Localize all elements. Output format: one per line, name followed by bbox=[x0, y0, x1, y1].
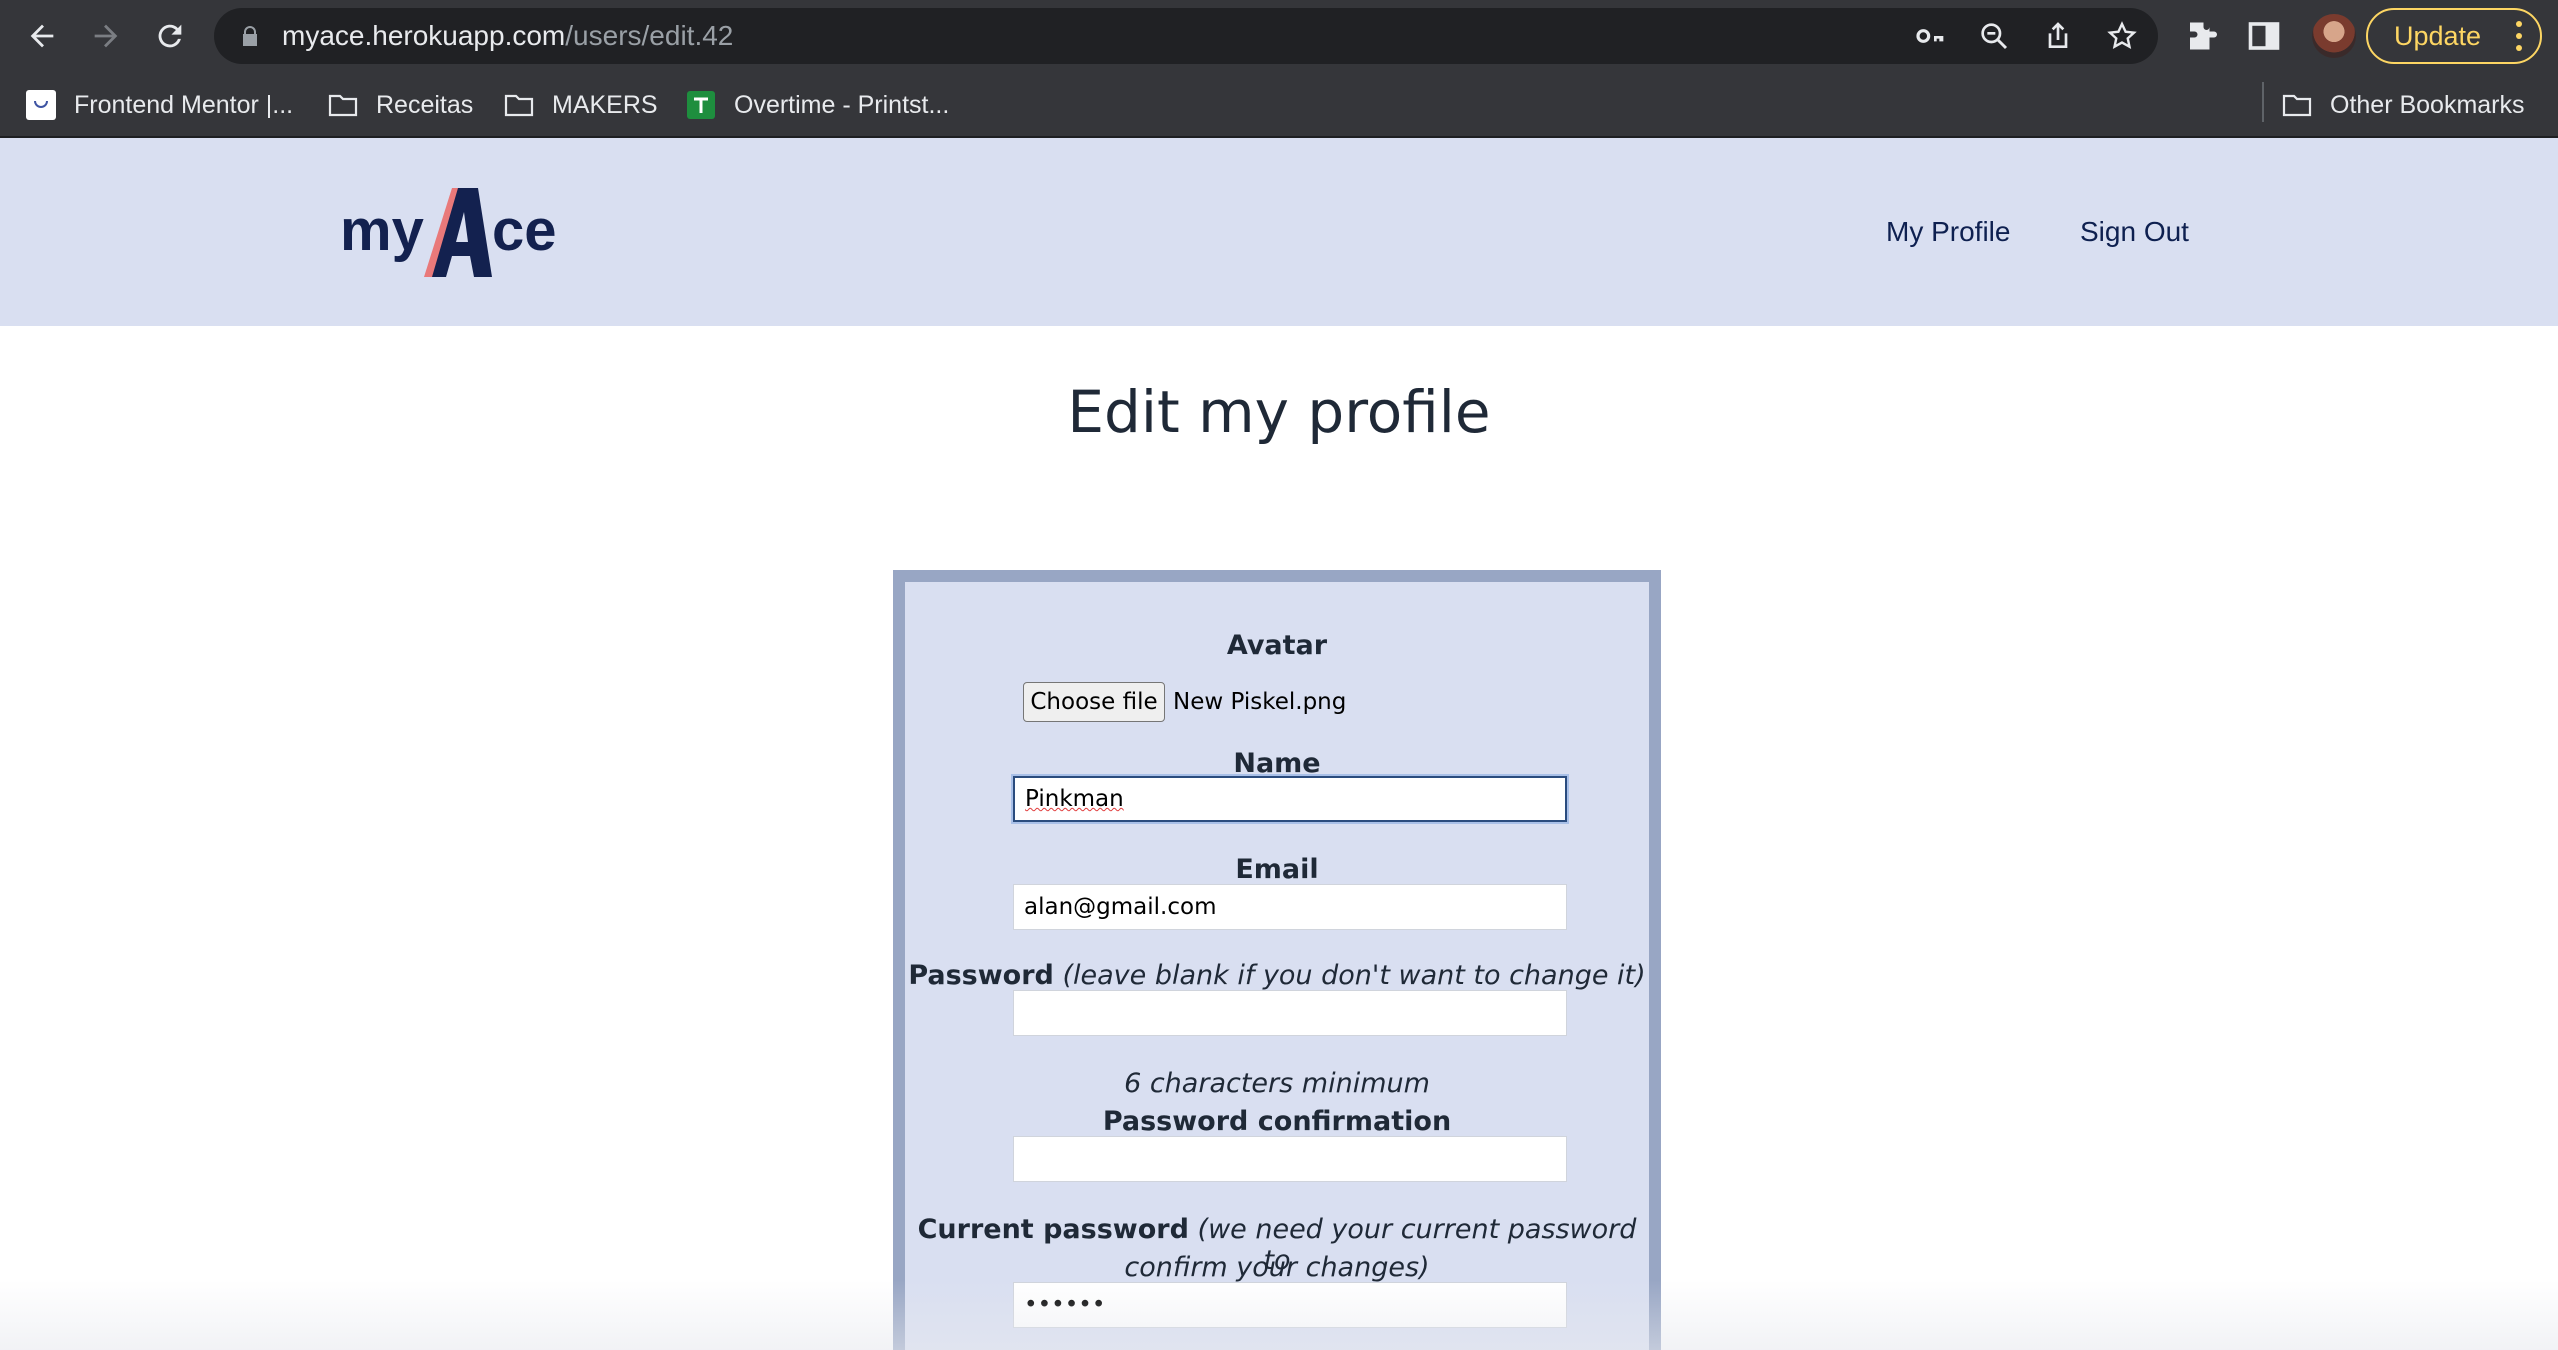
svg-text:ce: ce bbox=[492, 198, 557, 263]
nav-sign-out[interactable]: Sign Out bbox=[2080, 138, 2189, 326]
password-confirmation-label: Password confirmation bbox=[1102, 1106, 1452, 1137]
zoom-icon[interactable] bbox=[1978, 20, 2010, 52]
email-field[interactable]: alan@gmail.com bbox=[1013, 884, 1567, 930]
name-label: Name bbox=[1233, 748, 1321, 779]
frontend-mentor-icon bbox=[26, 90, 56, 120]
reload-icon bbox=[158, 24, 182, 48]
update-label: Update bbox=[2394, 21, 2482, 51]
name-field[interactable]: Pinkman bbox=[1011, 774, 1569, 824]
current-password-field[interactable]: •••••• bbox=[1013, 1282, 1567, 1328]
nav-my-profile[interactable]: My Profile bbox=[1886, 138, 2010, 326]
side-panel-icon[interactable] bbox=[2246, 18, 2282, 54]
bookmark-receitas[interactable]: Receitas bbox=[328, 72, 488, 138]
bookmark-frontend-mentor[interactable]: Frontend Mentor |... bbox=[26, 72, 306, 138]
arrow-right-icon bbox=[94, 24, 118, 48]
profile-avatar-icon[interactable] bbox=[2312, 14, 2356, 58]
choose-file-button[interactable]: Choose file bbox=[1023, 682, 1165, 722]
bookmark-label: Frontend Mentor |... bbox=[74, 91, 294, 119]
url-path: /users/edit.42 bbox=[565, 20, 734, 51]
password-label: Password (leave blank if you don't want … bbox=[908, 960, 1646, 991]
browser-chrome: myace.herokuapp.com/users/edit.42 Update bbox=[0, 0, 2558, 138]
back-button[interactable] bbox=[18, 12, 66, 60]
key-icon[interactable] bbox=[1914, 20, 1946, 52]
lock-icon bbox=[243, 26, 257, 46]
bookmark-label: MAKERS bbox=[552, 91, 658, 119]
star-icon[interactable] bbox=[2106, 20, 2138, 52]
site-header: my ce My Profile Sign Out bbox=[0, 138, 2558, 326]
extensions-icon[interactable] bbox=[2184, 18, 2220, 54]
sheets-icon bbox=[687, 91, 715, 119]
address-bar[interactable]: myace.herokuapp.com/users/edit.42 bbox=[214, 8, 2158, 64]
current-password-hint-2: confirm your changes) bbox=[1124, 1252, 1430, 1283]
other-bookmarks[interactable]: Other Bookmarks bbox=[2282, 72, 2542, 138]
email-label: Email bbox=[1235, 854, 1319, 885]
bookmark-overtime[interactable]: Overtime - Printst... bbox=[686, 72, 986, 138]
avatar-label: Avatar bbox=[1226, 630, 1328, 661]
folder-icon bbox=[504, 94, 534, 117]
reload-button[interactable] bbox=[146, 12, 194, 60]
url-text: myace.herokuapp.com/users/edit.42 bbox=[282, 8, 733, 64]
password-confirmation-field[interactable] bbox=[1013, 1136, 1567, 1182]
password-min-hint: 6 characters minimum bbox=[1124, 1068, 1430, 1099]
edit-profile-form: Avatar Choose file New Piskel.png Name P… bbox=[893, 570, 1661, 1350]
page-title: Edit my profile bbox=[1067, 378, 1491, 446]
myace-logo[interactable]: my ce bbox=[340, 182, 560, 282]
bookmark-label: Overtime - Printst... bbox=[734, 91, 950, 119]
bookmarks-separator bbox=[2262, 82, 2264, 122]
bookmark-makers[interactable]: MAKERS bbox=[504, 72, 664, 138]
other-bookmarks-label: Other Bookmarks bbox=[2330, 91, 2525, 119]
bookmark-label: Receitas bbox=[376, 91, 474, 119]
folder-icon bbox=[2282, 94, 2312, 117]
browser-toolbar: myace.herokuapp.com/users/edit.42 Update bbox=[0, 0, 2558, 72]
svg-text:my: my bbox=[340, 198, 424, 263]
update-button[interactable]: Update bbox=[2366, 8, 2542, 64]
bookmarks-bar: Frontend Mentor |... Receitas MAKERS Ove… bbox=[0, 72, 2558, 138]
share-icon[interactable] bbox=[2042, 20, 2074, 52]
password-hint: (leave blank if you don't want to change… bbox=[1062, 960, 1646, 991]
more-vert-icon bbox=[2516, 21, 2522, 51]
url-host: myace.herokuapp.com bbox=[282, 20, 566, 51]
password-field[interactable] bbox=[1013, 990, 1567, 1036]
folder-icon bbox=[328, 94, 358, 117]
selected-file-name: New Piskel.png bbox=[1173, 689, 1347, 715]
arrow-left-icon bbox=[30, 24, 54, 48]
name-value: Pinkman bbox=[1025, 786, 1124, 812]
forward-button[interactable] bbox=[82, 12, 130, 60]
